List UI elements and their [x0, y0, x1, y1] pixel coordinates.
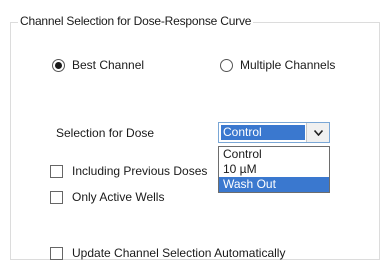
radio-unchecked-icon	[220, 58, 233, 72]
update-automatically-checkbox[interactable]: Update Channel Selection Automatically	[50, 246, 285, 260]
best-channel-label: Best Channel	[72, 58, 145, 72]
dose-option-wash-out[interactable]: Wash Out	[219, 177, 329, 192]
including-previous-doses-label: Including Previous Doses	[72, 164, 208, 178]
only-active-wells-checkbox[interactable]: Only Active Wells	[50, 190, 164, 204]
dose-select[interactable]: Control	[218, 122, 330, 143]
multiple-channels-radio[interactable]: Multiple Channels	[220, 58, 335, 72]
dose-option-control[interactable]: Control	[219, 147, 329, 162]
selection-for-dose-label: Selection for Dose	[56, 126, 155, 140]
dose-dropdown-list: Control 10 µM Wash Out	[218, 146, 330, 193]
chevron-down-icon	[313, 129, 323, 136]
checkbox-icon	[50, 246, 63, 260]
radio-checked-icon	[52, 58, 65, 72]
group-title: Channel Selection for Dose-Response Curv…	[18, 14, 254, 28]
checkbox-icon	[50, 164, 63, 178]
multiple-channels-label: Multiple Channels	[240, 58, 336, 72]
dose-select-value: Control	[221, 125, 305, 140]
including-previous-doses-checkbox[interactable]: Including Previous Doses	[50, 164, 207, 178]
dropdown-button[interactable]	[306, 123, 329, 142]
checkbox-icon	[50, 190, 63, 204]
update-automatically-label: Update Channel Selection Automatically	[72, 246, 286, 260]
dose-option-10um[interactable]: 10 µM	[219, 162, 329, 177]
only-active-wells-label: Only Active Wells	[72, 190, 165, 204]
best-channel-radio[interactable]: Best Channel	[52, 58, 144, 72]
